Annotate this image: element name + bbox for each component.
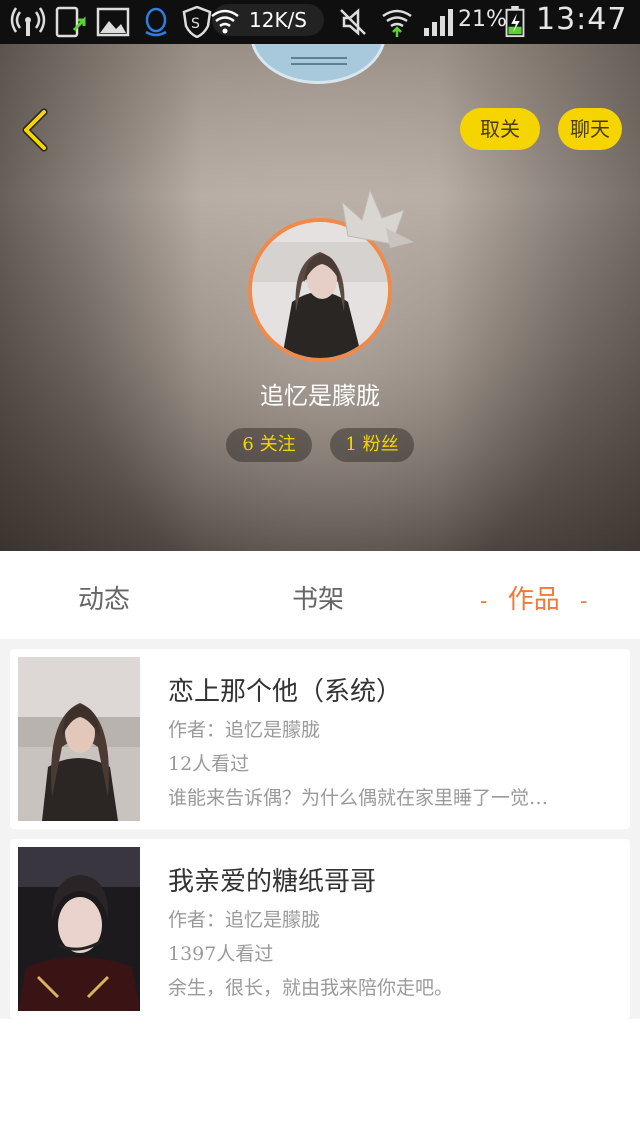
tab-dynamic[interactable]: 动态 bbox=[78, 579, 130, 616]
list-item[interactable]: 我亲爱的糖纸哥哥 作者：追忆是朦胧 1397人看过 余生，很长，就由我来陪你走吧… bbox=[10, 839, 630, 1019]
battery-charging-icon bbox=[505, 6, 525, 38]
back-arrow-icon[interactable] bbox=[14, 106, 54, 154]
work-title: 恋上那个他（系统） bbox=[168, 677, 403, 707]
tab-works-label: 作品 bbox=[507, 585, 560, 615]
crown-icon bbox=[341, 188, 414, 248]
unfollow-button[interactable]: 取关 bbox=[460, 108, 540, 150]
image-icon bbox=[96, 7, 130, 37]
profile-header: 取关 聊天 追忆是朦胧 6 关注 1 粉丝 bbox=[0, 44, 640, 551]
signal-bars-icon bbox=[424, 9, 453, 36]
svg-text:S: S bbox=[191, 16, 200, 32]
security-icon: S bbox=[182, 6, 212, 38]
work-author: 作者：追忆是朦胧 bbox=[168, 909, 321, 931]
tab-works[interactable]: - 作品 - bbox=[480, 579, 587, 616]
battery-percent: 21% bbox=[458, 7, 507, 32]
clock: 13:47 bbox=[536, 2, 628, 37]
profile-nickname: 追忆是朦胧 bbox=[260, 382, 380, 410]
qq-icon bbox=[145, 7, 167, 37]
tab-bookshelf[interactable]: 书架 bbox=[292, 579, 344, 616]
usb-icon bbox=[55, 6, 86, 38]
followers-count[interactable]: 1 粉丝 bbox=[330, 428, 414, 462]
pull-down-handle[interactable] bbox=[250, 44, 386, 84]
work-author: 作者：追忆是朦胧 bbox=[168, 719, 321, 741]
book-cover bbox=[18, 657, 140, 821]
status-bar: S 12K/S 21% 13:47 bbox=[0, 0, 640, 44]
works-list: 恋上那个他（系统） 作者：追忆是朦胧 12人看过 谁能来告诉偶？为什么偶就在家里… bbox=[0, 639, 640, 1138]
work-views: 12人看过 bbox=[168, 753, 250, 775]
wifi-icon bbox=[211, 9, 239, 34]
tab-decor-right: - bbox=[579, 589, 588, 614]
signal-wifi-icon bbox=[382, 9, 412, 37]
work-title: 我亲爱的糖纸哥哥 bbox=[168, 867, 377, 897]
chat-button[interactable]: 聊天 bbox=[558, 108, 622, 150]
following-count[interactable]: 6 关注 bbox=[226, 428, 312, 462]
work-description: 谁能来告诉偶？为什么偶就在家里睡了一觉… bbox=[168, 787, 549, 809]
wireless-icon bbox=[10, 7, 46, 36]
book-cover bbox=[18, 847, 140, 1011]
work-views: 1397人看过 bbox=[168, 943, 274, 965]
tab-decor-left: - bbox=[480, 589, 488, 614]
work-description: 余生，很长，就由我来陪你走吧。 bbox=[168, 977, 454, 999]
profile-tabs: 动态 书架 - 作品 - bbox=[0, 551, 640, 639]
mute-icon bbox=[340, 8, 366, 36]
list-item[interactable]: 恋上那个他（系统） 作者：追忆是朦胧 12人看过 谁能来告诉偶？为什么偶就在家里… bbox=[10, 649, 630, 829]
